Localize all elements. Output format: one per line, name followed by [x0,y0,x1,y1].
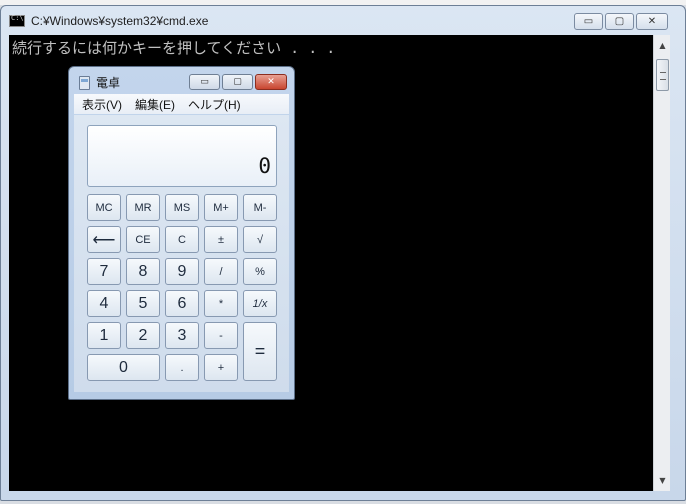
menu-help[interactable]: ヘルプ(H) [188,96,241,113]
m-plus-button[interactable]: M+ [204,194,238,221]
digit-9-button[interactable]: 9 [165,258,199,285]
calculator-window: 電卓 ▭ ▢ ✕ 表示(V) 編集(E) ヘルプ(H) 0 MC MR MS M… [68,66,295,400]
scroll-down-icon[interactable]: ▼ [654,472,671,489]
digit-7-button[interactable]: 7 [87,258,121,285]
display-value: 0 [258,154,271,178]
reciprocal-button[interactable]: 1/x [243,290,277,317]
calculator-titlebar[interactable]: 電卓 [79,74,120,91]
mc-button[interactable]: MC [87,194,121,221]
console-scrollbar[interactable]: ▲ ▼ [653,35,670,491]
backspace-button[interactable]: ⟵ [87,226,121,253]
digit-5-button[interactable]: 5 [126,290,160,317]
console-output: 続行するには何かキーを押してください . . . [12,39,336,57]
digit-6-button[interactable]: 6 [165,290,199,317]
sqrt-button[interactable]: √ [243,226,277,253]
calculator-close-button[interactable]: ✕ [255,74,287,90]
ce-button[interactable]: CE [126,226,160,253]
calculator-maximize-button[interactable]: ▢ [222,74,253,90]
clear-button[interactable]: C [165,226,199,253]
multiply-button[interactable]: * [204,290,238,317]
mr-button[interactable]: MR [126,194,160,221]
menu-view[interactable]: 表示(V) [82,96,122,113]
cmd-minimize-button[interactable]: ▭ [574,13,603,30]
cmd-titlebar[interactable]: C:¥Windows¥system32¥cmd.exe [9,10,208,32]
minimize-icon: ▭ [200,77,209,87]
calculator-display: 0 [87,125,277,187]
m-minus-button[interactable]: M- [243,194,277,221]
equals-button[interactable]: = [243,322,277,381]
decimal-button[interactable]: . [165,354,199,381]
cmd-window-controls: ▭ ▢ ✕ [574,13,668,30]
scroll-up-icon[interactable]: ▲ [654,37,671,54]
digit-8-button[interactable]: 8 [126,258,160,285]
cmd-close-button[interactable]: ✕ [636,13,668,30]
calculator-minimize-button[interactable]: ▭ [189,74,220,90]
plus-minus-button[interactable]: ± [204,226,238,253]
plus-button[interactable]: + [204,354,238,381]
digit-1-button[interactable]: 1 [87,322,121,349]
digit-3-button[interactable]: 3 [165,322,199,349]
minus-button[interactable]: - [204,322,238,349]
digit-0-button[interactable]: 0 [87,354,160,381]
percent-button[interactable]: % [243,258,277,285]
scrollbar-thumb[interactable] [656,59,669,91]
cmd-app-icon [9,14,25,27]
calculator-app-icon [79,75,90,90]
maximize-icon: ▢ [614,16,625,27]
maximize-icon: ▢ [233,77,242,87]
calculator-body: 0 MC MR MS M+ M- ⟵ CE C ± √ 7 8 9 / % 4 … [74,115,289,392]
calculator-window-controls: ▭ ▢ ✕ [189,74,287,90]
ms-button[interactable]: MS [165,194,199,221]
menu-edit[interactable]: 編集(E) [135,96,175,113]
digit-4-button[interactable]: 4 [87,290,121,317]
divide-button[interactable]: / [204,258,238,285]
digit-2-button[interactable]: 2 [126,322,160,349]
cmd-maximize-button[interactable]: ▢ [605,13,634,30]
minimize-icon: ▭ [583,16,594,27]
close-icon: ✕ [647,16,657,27]
cmd-title-text: C:¥Windows¥system32¥cmd.exe [31,14,209,28]
calculator-menubar: 表示(V) 編集(E) ヘルプ(H) [74,94,289,114]
close-icon: ✕ [267,77,275,87]
calculator-title-text: 電卓 [96,76,121,90]
